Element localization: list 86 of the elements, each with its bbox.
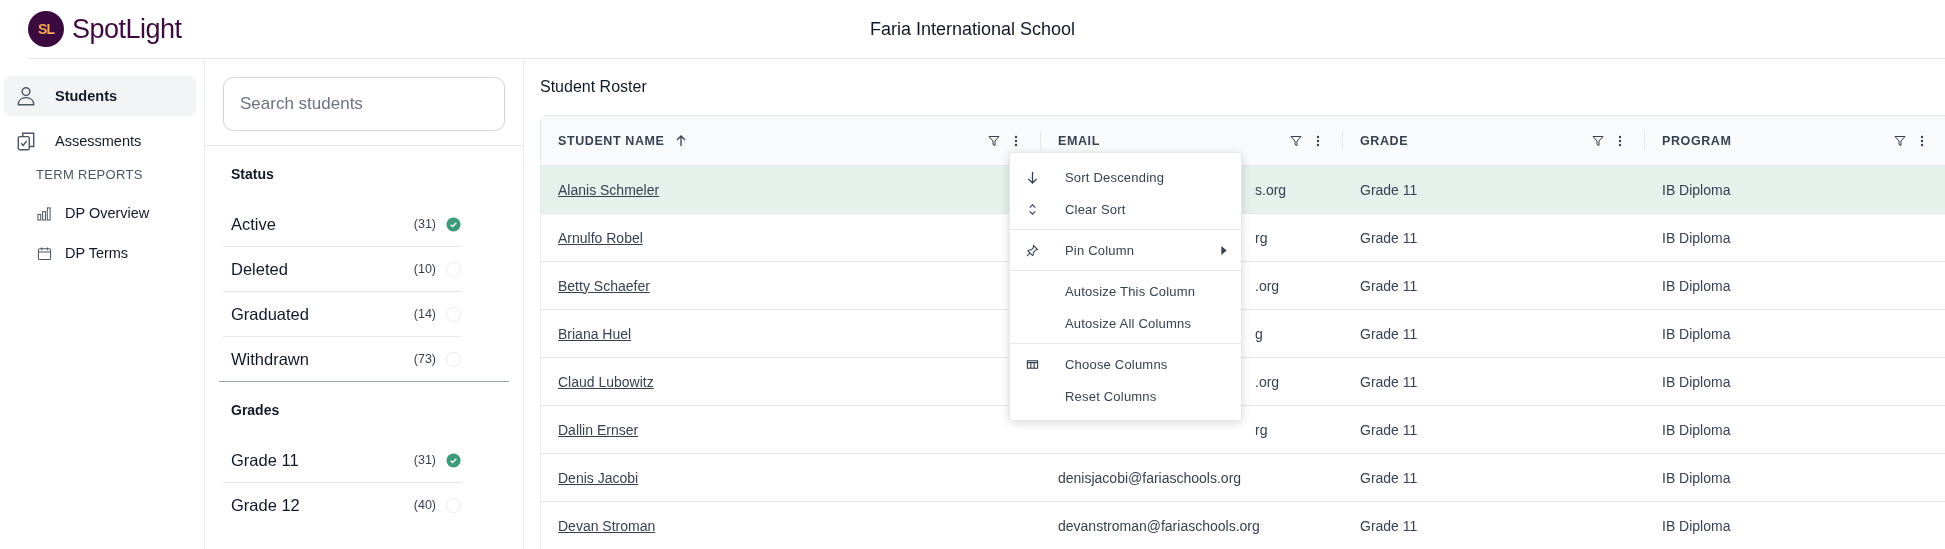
- menu-item[interactable]: Pin Column: [1010, 234, 1241, 266]
- filter-icon[interactable]: [1592, 134, 1604, 147]
- filter-count: (14): [413, 307, 436, 321]
- filter-label: Grade 11: [231, 450, 300, 470]
- student-link[interactable]: Arnulfo Robel: [558, 229, 643, 246]
- calendar-icon: [37, 245, 52, 261]
- student-link[interactable]: Dallin Ernser: [558, 421, 639, 438]
- kebab-menu-icon[interactable]: [1618, 134, 1622, 147]
- kebab-menu-icon[interactable]: [1920, 134, 1924, 147]
- table-cell: devanstroman@fariaschools.org: [1058, 517, 1260, 534]
- column-header[interactable]: EMAIL: [1058, 133, 1100, 148]
- filter-heading: Status: [230, 165, 275, 184]
- table-cell-text: IB Diploma: [1661, 276, 1732, 296]
- table-cell-text: Grade 11: [1359, 228, 1419, 248]
- table-cell: rg: [1255, 421, 1268, 438]
- nav-item[interactable]: DP Overview: [0, 193, 204, 233]
- student-link[interactable]: Denis Jacobi: [558, 469, 639, 486]
- filter-count: (31): [413, 217, 436, 231]
- filter-label: Graduated: [231, 304, 310, 324]
- table-cell: Grade 11: [1343, 166, 1645, 213]
- student-link[interactable]: Devan Stroman: [558, 517, 656, 534]
- search-field[interactable]: Search students: [223, 77, 505, 131]
- filter-icon[interactable]: [1290, 134, 1302, 147]
- clipboard-icon: [15, 130, 37, 152]
- filter-icon[interactable]: [988, 134, 1000, 147]
- table-cell-text: Grade 11: [1359, 276, 1419, 296]
- filter-label: Grade 12: [231, 495, 301, 515]
- table-cell: .org: [1255, 277, 1280, 294]
- filter-label: Deleted: [231, 259, 289, 279]
- nav-item[interactable]: Students: [4, 76, 196, 116]
- column-header[interactable]: GRADE: [1360, 133, 1409, 148]
- table-cell-text: IB Diploma: [1661, 468, 1732, 488]
- table-cell: denisjacobi@fariaschools.org: [1058, 469, 1242, 486]
- section-title: Student Roster: [540, 77, 648, 97]
- menu-item[interactable]: Sort Descending: [1010, 161, 1241, 193]
- arrow-up-icon: [674, 134, 687, 147]
- check-circle-icon[interactable]: [446, 452, 461, 468]
- kebab-menu-icon[interactable]: [1014, 134, 1018, 147]
- filter-label: Active: [231, 214, 277, 234]
- logo-badge: SL: [28, 11, 64, 47]
- menu-item[interactable]: Choose Columns: [1010, 348, 1241, 380]
- menu-item[interactable]: Reset Columns: [1010, 380, 1241, 412]
- table-cell-text: IB Diploma: [1661, 420, 1732, 440]
- filter-label: Withdrawn: [231, 349, 310, 369]
- nav-item[interactable]: DP Terms: [0, 233, 204, 273]
- table-cell: g: [1255, 325, 1263, 342]
- arrow-down-icon: [1026, 170, 1039, 184]
- columns-icon: [1026, 357, 1039, 371]
- person-icon: [15, 85, 37, 107]
- school-name: Faria International School: [869, 18, 1076, 40]
- table-cell-text: Grade 11: [1359, 372, 1419, 392]
- kebab-menu-icon[interactable]: [1316, 134, 1320, 147]
- bar-chart-icon: [37, 205, 52, 221]
- table-cell-text: IB Diploma: [1661, 372, 1732, 392]
- table-cell: rg: [1255, 229, 1268, 246]
- filter-count: (10): [413, 262, 436, 276]
- filter-count: (73): [413, 352, 436, 366]
- column-header[interactable]: PROGRAM: [1662, 133, 1732, 148]
- table-cell-text: Grade 11: [1359, 468, 1419, 488]
- submenu-arrow-icon: [1221, 245, 1227, 255]
- table-cell-text: IB Diploma: [1661, 228, 1732, 248]
- student-link[interactable]: Alanis Schmeler: [558, 181, 660, 198]
- student-link[interactable]: Betty Schaefer: [558, 277, 650, 294]
- check-circle-icon[interactable]: [446, 216, 461, 232]
- student-link[interactable]: Claud Lubowitz: [558, 373, 654, 390]
- filter-icon[interactable]: [1894, 134, 1906, 147]
- menu-item[interactable]: Autosize All Columns: [1010, 307, 1241, 339]
- table-cell-text: IB Diploma: [1661, 324, 1732, 344]
- table-cell-text: Grade 11: [1359, 516, 1419, 536]
- table-cell: IB Diploma: [1645, 166, 1945, 213]
- filter-count: (40): [413, 498, 436, 512]
- filter-count: (31): [413, 453, 436, 467]
- table-cell-text: Grade 11: [1359, 420, 1419, 440]
- filter-heading: Grades: [230, 401, 281, 420]
- student-link[interactable]: Briana Huel: [558, 325, 632, 342]
- nav-item[interactable]: Assessments: [4, 121, 196, 161]
- column-header[interactable]: STUDENT NAME: [558, 133, 687, 148]
- section-label: TERM REPORTS: [36, 167, 144, 184]
- table-cell: s.org: [1255, 181, 1287, 198]
- table-cell-text: IB Diploma: [1661, 516, 1732, 536]
- table-cell-text: Grade 11: [1359, 324, 1419, 344]
- brand-name: SpotLight: [72, 13, 182, 45]
- pin-icon: [1026, 243, 1039, 257]
- table-cell: .org: [1255, 373, 1280, 390]
- menu-item[interactable]: Clear Sort: [1010, 193, 1241, 225]
- menu-item[interactable]: Autosize This Column: [1010, 275, 1241, 307]
